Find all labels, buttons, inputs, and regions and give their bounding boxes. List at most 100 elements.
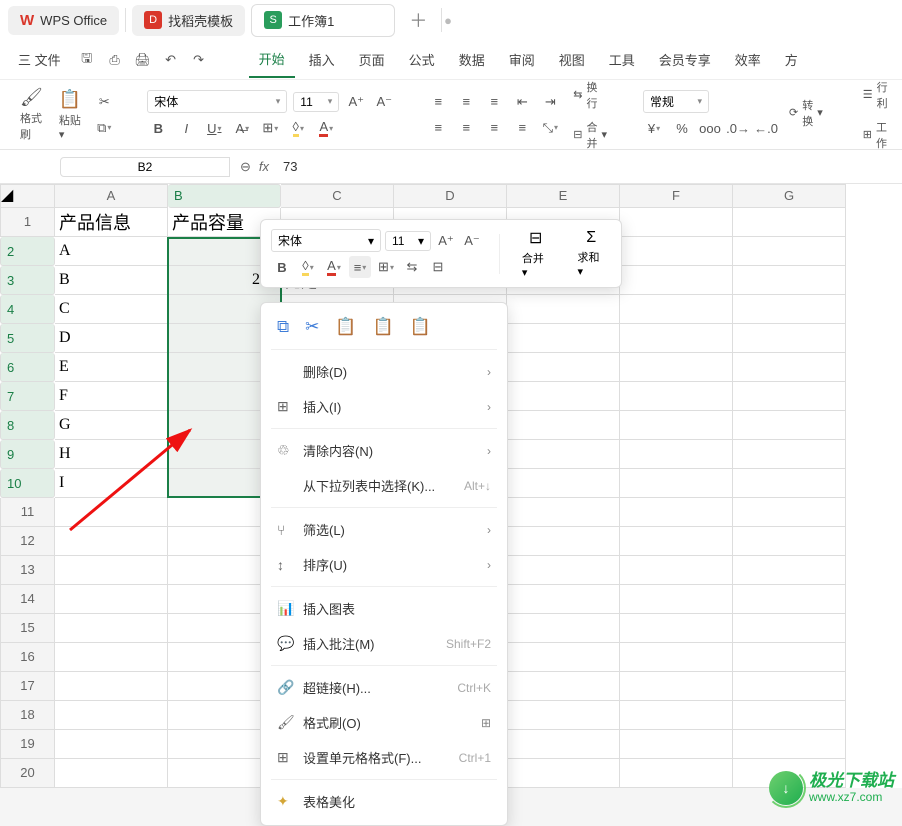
merge-button[interactable]: ⊟ 合并 ▾ [569, 117, 611, 153]
row-header[interactable]: 7 [0, 382, 55, 411]
mini-bold[interactable]: B [271, 256, 293, 278]
cell[interactable] [733, 353, 846, 382]
cell[interactable] [507, 730, 620, 759]
cell[interactable] [620, 701, 733, 730]
mini-fill-color[interactable]: ◊▾ [297, 256, 319, 278]
mini-size-select[interactable]: 11▾ [385, 231, 431, 251]
cell[interactable] [733, 498, 846, 527]
cell[interactable] [55, 730, 168, 759]
menu-page[interactable]: 页面 [349, 42, 395, 77]
cell[interactable] [507, 295, 620, 324]
row-header[interactable]: 16 [0, 643, 55, 672]
cell[interactable] [620, 237, 733, 266]
cell[interactable] [620, 498, 733, 527]
cell[interactable] [55, 672, 168, 701]
ctx-from-list[interactable]: 从下拉列表中选择(K)...Alt+↓ [261, 468, 507, 503]
menu-efficiency[interactable]: 效率 [725, 42, 771, 77]
number-format-select[interactable]: 常规▾ [643, 90, 709, 113]
cell[interactable] [733, 701, 846, 730]
row-header[interactable]: 19 [0, 730, 55, 759]
cell[interactable] [507, 585, 620, 614]
cell[interactable]: F [55, 382, 168, 411]
ctx-delete[interactable]: 删除(D)› [261, 354, 507, 389]
cell[interactable]: B [55, 266, 168, 295]
menu-formula[interactable]: 公式 [399, 42, 445, 77]
menu-view[interactable]: 视图 [549, 42, 595, 77]
formula-input[interactable]: 73 [283, 159, 297, 174]
cell[interactable] [733, 440, 846, 469]
row-header[interactable]: 12 [0, 527, 55, 556]
col-header[interactable]: A [55, 184, 168, 208]
cell[interactable] [733, 382, 846, 411]
row-header[interactable]: 6 [0, 353, 55, 382]
cell[interactable] [507, 527, 620, 556]
paste-button[interactable]: 📋粘贴 ▾ [55, 87, 85, 143]
row-header[interactable]: 1 [0, 208, 55, 237]
cell[interactable] [55, 556, 168, 585]
cell[interactable] [620, 556, 733, 585]
strikethrough-button[interactable]: A̶▾ [231, 117, 253, 139]
cell[interactable] [55, 759, 168, 788]
print-icon[interactable]: 🖨 [131, 52, 155, 68]
row-header[interactable]: 4 [0, 295, 55, 324]
mini-border[interactable]: ⊞▾ [375, 256, 397, 278]
font-color-button[interactable]: A▾ [315, 117, 337, 139]
close-icon[interactable]: ● [444, 13, 452, 28]
mini-merge-button[interactable]: ⊟合并 ▾ [516, 226, 556, 281]
cell[interactable] [507, 759, 620, 788]
redo-icon[interactable]: ↷ [187, 52, 211, 68]
row-header[interactable]: 14 [0, 585, 55, 614]
percent-button[interactable]: % [671, 117, 693, 139]
row-header[interactable]: 2 [0, 237, 55, 266]
cell[interactable] [733, 237, 846, 266]
ctx-beautify[interactable]: ✦表格美化 [261, 784, 507, 819]
cell[interactable] [55, 701, 168, 730]
tab-office[interactable]: WWPS Office [8, 6, 119, 35]
valign-middle[interactable]: ≡ [455, 91, 477, 113]
cell[interactable] [55, 585, 168, 614]
cell[interactable] [507, 324, 620, 353]
cell[interactable] [507, 614, 620, 643]
cell[interactable] [733, 411, 846, 440]
menu-insert[interactable]: 插入 [299, 42, 345, 77]
cell[interactable]: C [55, 295, 168, 324]
cell[interactable] [620, 440, 733, 469]
new-tab-button[interactable]: ＋ [401, 7, 435, 33]
cell[interactable] [733, 585, 846, 614]
brush-more-icon[interactable]: ⊞ [481, 716, 491, 730]
export-icon[interactable]: ⎙ [103, 52, 127, 68]
font-name-select[interactable]: 宋体▾ [147, 90, 287, 113]
mini-font-grow[interactable]: A⁺ [435, 230, 457, 252]
halign-center[interactable]: ≡ [455, 117, 477, 139]
cell[interactable] [620, 266, 733, 295]
rowcol-button[interactable]: ☰ 行利 [859, 77, 892, 113]
row-header[interactable]: 18 [0, 701, 55, 730]
col-header[interactable]: F [620, 184, 733, 208]
cell[interactable] [620, 585, 733, 614]
border-button[interactable]: ⊞▾ [259, 117, 281, 139]
cell[interactable] [507, 411, 620, 440]
mini-wrap[interactable]: ⇆ [401, 256, 423, 278]
cell[interactable] [733, 556, 846, 585]
menu-tools[interactable]: 工具 [599, 42, 645, 77]
cell[interactable] [507, 440, 620, 469]
ctx-cut-icon[interactable]: ✂ [305, 317, 319, 337]
cell[interactable] [733, 208, 846, 237]
row-header[interactable]: 8 [0, 411, 55, 440]
currency-button[interactable]: ¥▾ [643, 117, 665, 139]
dec-inc-button[interactable]: .0→ [727, 117, 749, 139]
ctx-brush[interactable]: 🖌格式刷(O)⊞ [261, 705, 507, 740]
cut-button[interactable]: ✂ [93, 91, 115, 113]
underline-button[interactable]: U▾ [203, 117, 225, 139]
ctx-clear[interactable]: ♲清除内容(N)› [261, 433, 507, 468]
mini-font-select[interactable]: 宋体▾ [271, 229, 381, 252]
cell[interactable] [620, 208, 733, 237]
cell[interactable] [507, 469, 620, 498]
cell[interactable]: A [55, 237, 168, 266]
cell[interactable] [733, 614, 846, 643]
font-grow-button[interactable]: A⁺ [345, 91, 367, 113]
cell[interactable] [733, 730, 846, 759]
cell[interactable] [733, 469, 846, 498]
row-header[interactable]: 13 [0, 556, 55, 585]
wrap-button[interactable]: ⇆ 换行 [569, 77, 611, 113]
